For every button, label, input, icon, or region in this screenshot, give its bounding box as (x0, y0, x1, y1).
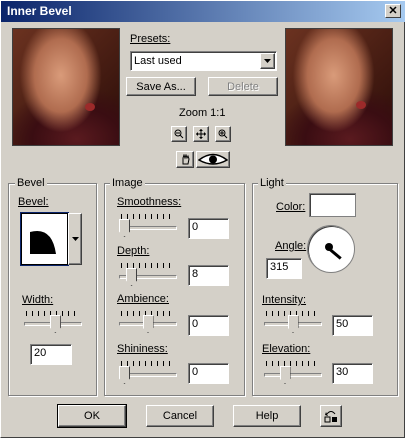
light-group-title: Light (258, 177, 286, 189)
smoothness-label: Smoothness: (117, 196, 182, 208)
hand-icon (182, 154, 190, 165)
bevel-label: Bevel: (18, 196, 49, 208)
reset-button[interactable] (320, 405, 342, 427)
ambience-input[interactable]: 0 (188, 315, 229, 336)
bevel-shape-icon (30, 230, 56, 254)
preview-result (285, 28, 393, 146)
delete-label: Delete (227, 80, 259, 93)
depth-ticks (121, 263, 175, 268)
preview-original (12, 28, 120, 146)
cancel-label: Cancel (162, 410, 198, 422)
intensity-label: Intensity: (262, 294, 307, 306)
title-bar: Inner Bevel ✕ (0, 0, 405, 22)
presets-dropdown[interactable]: Last used (130, 51, 277, 71)
presets-label: Presets: (130, 33, 171, 45)
width-label: Width: (22, 294, 54, 306)
tattoo-detail (85, 103, 95, 111)
delete-button[interactable]: Delete (208, 77, 278, 96)
angle-dial-center (325, 243, 333, 251)
color-label: Color: (276, 201, 306, 213)
smoothness-input[interactable]: 0 (188, 218, 229, 239)
help-button[interactable]: Help (233, 405, 301, 427)
chevron-down-icon (264, 59, 271, 63)
help-label: Help (255, 410, 279, 422)
elevation-label: Elevation: (262, 343, 311, 355)
tattoo-detail (356, 101, 366, 109)
ok-button[interactable]: OK (58, 405, 126, 427)
intensity-input[interactable]: 50 (332, 315, 373, 336)
bevel-dropdown-button[interactable] (68, 213, 82, 265)
save-as-button[interactable]: Save As... (126, 77, 196, 96)
shininess-input[interactable]: 0 (188, 363, 229, 384)
bevel-group-title: Bevel (15, 177, 47, 189)
angle-dial[interactable] (307, 225, 355, 273)
depth-label: Depth: (117, 245, 150, 257)
elevation-ticks (266, 361, 320, 366)
angle-label: Angle: (275, 240, 307, 252)
elevation-input[interactable]: 30 (332, 363, 373, 384)
zoom-label: Zoom 1:1 (179, 107, 226, 119)
ok-label: OK (84, 410, 100, 422)
width-input[interactable]: 20 (30, 344, 72, 365)
elevation-track (264, 373, 322, 377)
close-button[interactable]: ✕ (385, 4, 401, 18)
window-title: Inner Bevel (7, 4, 72, 18)
dropdown-arrow-button[interactable] (260, 53, 275, 69)
close-icon: ✕ (388, 5, 398, 17)
preview-toggle-button[interactable] (196, 151, 230, 168)
shininess-ticks (121, 361, 175, 366)
pan-icon (196, 129, 206, 139)
depth-input[interactable]: 8 (188, 265, 229, 286)
zoom-in-icon (218, 129, 228, 139)
save-as-label: Save As... (136, 80, 186, 93)
image-group-title: Image (110, 177, 145, 189)
pan-button[interactable] (193, 126, 209, 142)
bevel-shape-picker[interactable] (21, 213, 68, 265)
light-color-swatch[interactable] (309, 193, 356, 217)
reset-icon (324, 411, 337, 423)
zoom-out-icon (174, 129, 184, 139)
presets-selected: Last used (134, 55, 182, 67)
ambience-label: Ambience: (117, 293, 169, 305)
hand-button[interactable] (176, 151, 194, 168)
eye-icon (198, 153, 228, 165)
chevron-down-icon (71, 237, 79, 241)
shininess-label: Shininess: (117, 343, 168, 355)
zoom-out-button[interactable] (171, 126, 187, 142)
smoothness-ticks (121, 214, 175, 219)
zoom-in-button[interactable] (215, 126, 231, 142)
cancel-button[interactable]: Cancel (146, 405, 214, 427)
angle-input[interactable]: 315 (266, 258, 302, 279)
